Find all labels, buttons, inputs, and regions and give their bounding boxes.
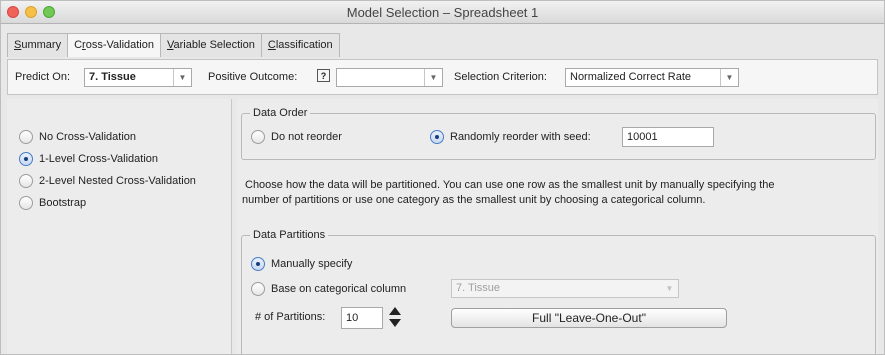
help-icon[interactable]: ? — [317, 69, 330, 82]
chevron-down-icon: ▼ — [173, 69, 191, 86]
radio-bootstrap[interactable]: Bootstrap — [19, 195, 86, 211]
num-partitions-stepper[interactable] — [388, 305, 402, 329]
window-title: Model Selection – Spreadsheet 1 — [346, 5, 539, 20]
num-partitions-label: # of Partitions: — [255, 311, 326, 323]
cross-validation-settings: Data Order Do not reorder Randomly reord… — [237, 99, 878, 354]
selection-criterion-label: Selection Criterion: — [454, 71, 547, 83]
predict-on-dropdown[interactable]: 7. Tissue ▼ — [84, 68, 192, 87]
data-order-legend: Data Order — [253, 107, 308, 119]
tab-cross-validation[interactable]: Cross-Validation — [67, 33, 161, 57]
chevron-down-icon: ▼ — [720, 69, 738, 86]
radio-label: 2-Level Nested Cross-Validation — [39, 175, 196, 187]
radio-no-cross-validation[interactable]: No Cross-Validation — [19, 129, 136, 145]
model-selection-window: Model Selection – Spreadsheet 1 Summary … — [0, 0, 885, 355]
radio-label: Do not reorder — [271, 131, 342, 143]
radio-1-level-cross-validation[interactable]: 1-Level Cross-Validation — [19, 151, 158, 167]
predict-on-label: Predict On: — [15, 71, 71, 83]
tab-bar: Summary Cross-Validation Variable Select… — [7, 33, 340, 57]
full-leave-one-out-button[interactable]: Full "Leave-One-Out" — [451, 308, 727, 328]
radio-label: Randomly reorder with seed: — [450, 131, 591, 143]
radio-button-selected[interactable] — [19, 152, 33, 166]
chevron-down-icon: ▼ — [424, 69, 442, 86]
positive-outcome-dropdown[interactable]: ▼ — [336, 68, 443, 87]
tab-classification[interactable]: Classification — [260, 33, 340, 57]
selection-criterion-dropdown[interactable]: Normalized Correct Rate ▼ — [565, 68, 739, 87]
positive-outcome-label: Positive Outcome: — [208, 71, 298, 83]
data-partitions-legend: Data Partitions — [253, 229, 326, 241]
radio-do-not-reorder[interactable]: Do not reorder — [251, 129, 342, 145]
radio-label: Manually specify — [271, 258, 353, 270]
radio-label: Base on categorical column — [271, 283, 407, 295]
tab-variable-selection[interactable]: Variable Selection — [159, 33, 262, 57]
radio-base-on-categorical-column[interactable]: Base on categorical column — [251, 281, 406, 297]
partition-description-line-2: number of partitions or use one category… — [242, 194, 706, 206]
radio-label: 1-Level Cross-Validation — [39, 153, 159, 165]
title-bar: Model Selection – Spreadsheet 1 — [1, 1, 884, 24]
predict-on-value: 7. Tissue — [89, 71, 136, 83]
radio-button[interactable] — [251, 130, 265, 144]
stepper-arrows-icon — [389, 307, 401, 327]
radio-button[interactable] — [19, 196, 33, 210]
radio-button[interactable] — [19, 130, 33, 144]
seed-input[interactable]: 10001 — [622, 127, 714, 147]
radio-label: Bootstrap — [39, 197, 87, 209]
num-partitions-input[interactable]: 10 — [341, 307, 383, 329]
radio-label: No Cross-Validation — [39, 131, 137, 143]
radio-button[interactable] — [19, 174, 33, 188]
categorical-column-value: 7. Tissue — [456, 282, 501, 294]
radio-manually-specify[interactable]: Manually specify — [251, 256, 352, 272]
predict-options-bar: Predict On: 7. Tissue ▼ Positive Outcome… — [7, 59, 878, 95]
radio-button-selected[interactable] — [251, 257, 265, 271]
validation-method-panel: No Cross-Validation 1-Level Cross-Valida… — [7, 99, 232, 354]
selection-criterion-value: Normalized Correct Rate — [570, 71, 692, 83]
chevron-down-icon: ▼ — [665, 284, 674, 293]
radio-randomly-reorder[interactable]: Randomly reorder with seed: — [430, 129, 591, 145]
categorical-column-dropdown[interactable]: 7. Tissue ▼ — [451, 279, 679, 298]
radio-button-selected[interactable] — [430, 130, 444, 144]
radio-2-level-nested-cross-validation[interactable]: 2-Level Nested Cross-Validation — [19, 173, 196, 189]
radio-button[interactable] — [251, 282, 265, 296]
tab-summary[interactable]: Summary — [7, 33, 69, 57]
